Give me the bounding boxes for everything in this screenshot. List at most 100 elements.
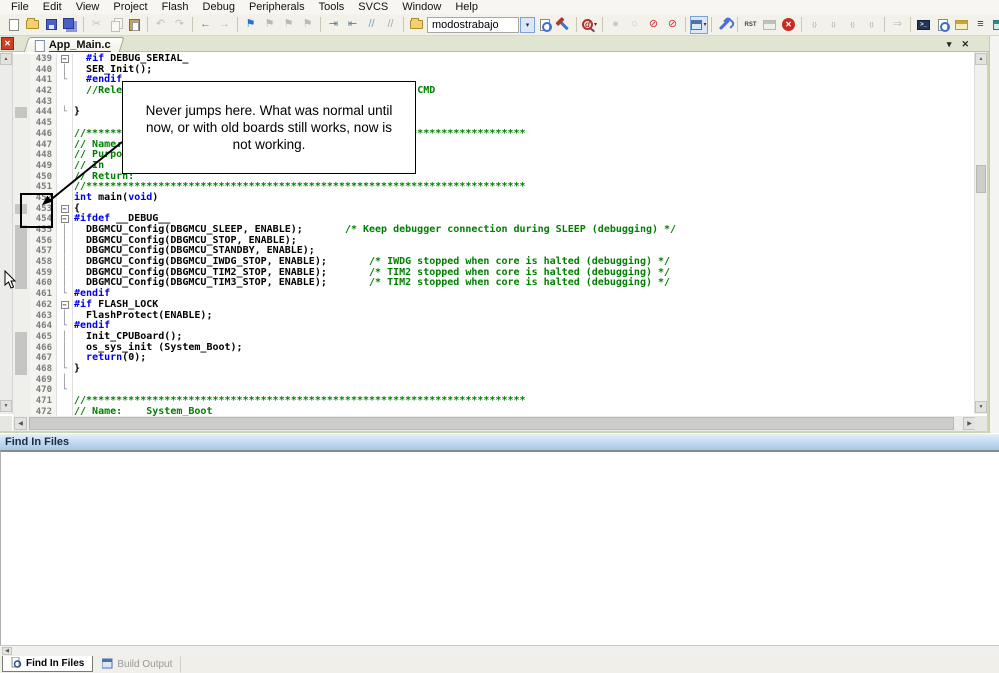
fold-margin[interactable]: │ bbox=[56, 246, 73, 258]
code-line[interactable]: 440 │ SER_Init(); bbox=[13, 64, 975, 76]
kill-all-breakpoints-icon[interactable]: ⊘ bbox=[664, 16, 682, 34]
code-line[interactable]: 466 │ os_sys_init (System_Boot); bbox=[13, 342, 975, 354]
build-target-icon[interactable] bbox=[555, 16, 573, 34]
stop-debug-icon[interactable]: ✕ bbox=[780, 16, 798, 34]
code-line[interactable]: 463 │ FlashProtect(ENABLE); bbox=[13, 310, 975, 322]
fold-margin[interactable] bbox=[56, 182, 73, 193]
fold-margin[interactable]: │ bbox=[56, 278, 73, 290]
code-line[interactable]: 439− #if DEBUG_SERIAL_ bbox=[13, 53, 975, 65]
navigate-back-icon[interactable]: ← bbox=[197, 16, 215, 34]
find-in-files-panel[interactable] bbox=[0, 450, 999, 645]
select-target-combo[interactable]: modostrabajo bbox=[427, 16, 519, 33]
fold-margin[interactable]: │ bbox=[56, 342, 73, 354]
fold-collapse-icon[interactable]: − bbox=[60, 215, 69, 224]
outdent-icon[interactable]: ⇤ bbox=[344, 16, 362, 34]
fold-margin[interactable]: − bbox=[56, 54, 73, 65]
horizontal-scrollbar[interactable]: ◀ ▶ bbox=[13, 416, 977, 431]
redo-icon[interactable]: ↷ bbox=[171, 16, 189, 34]
registers-window-icon[interactable]: ≡ bbox=[972, 16, 990, 34]
save-icon[interactable] bbox=[43, 16, 61, 34]
menu-help[interactable]: Help bbox=[448, 1, 485, 13]
fold-margin[interactable]: │ bbox=[56, 64, 73, 76]
comment-icon[interactable]: // bbox=[363, 16, 381, 34]
horizontal-scrollbar-thumb[interactable] bbox=[29, 417, 954, 430]
bottom-tab-find-in-files[interactable]: Find In Files bbox=[2, 656, 94, 672]
code-line[interactable]: 460 │ DBGMCU_Config(DBGMCU_TIM3_STOP, ENA… bbox=[13, 278, 975, 290]
fold-margin[interactable]: └ bbox=[56, 385, 73, 396]
fold-margin[interactable] bbox=[56, 139, 73, 151]
menu-svcs[interactable]: SVCS bbox=[351, 1, 395, 13]
close-pane-icon[interactable]: ✕ bbox=[1, 37, 14, 50]
prev-bookmark-icon[interactable]: ⚑ bbox=[261, 16, 279, 34]
fold-margin[interactable] bbox=[56, 160, 73, 172]
uncomment-icon[interactable]: // bbox=[382, 16, 400, 34]
navigate-forward-icon[interactable]: → bbox=[216, 16, 234, 34]
disable-all-breakpoints-icon[interactable]: ⊘ bbox=[645, 16, 663, 34]
run-icon[interactable]: ⇒ bbox=[889, 16, 907, 34]
toggle-breakpoint-icon[interactable]: ● bbox=[607, 16, 625, 34]
fold-margin[interactable] bbox=[56, 118, 73, 129]
reset-cpu-icon[interactable]: RST bbox=[742, 16, 760, 34]
fold-margin[interactable]: └ bbox=[56, 107, 73, 119]
fold-margin[interactable]: │ bbox=[56, 267, 73, 279]
code-line[interactable]: 467 │ return(0); bbox=[13, 352, 975, 364]
vertical-scrollbar-thumb[interactable] bbox=[976, 165, 986, 193]
fold-margin[interactable]: │ bbox=[56, 331, 73, 343]
fold-collapse-icon[interactable]: − bbox=[60, 204, 69, 213]
fold-margin[interactable] bbox=[56, 150, 73, 161]
configure-tools-icon[interactable] bbox=[716, 16, 734, 34]
menu-tools[interactable]: Tools bbox=[312, 1, 352, 13]
fold-margin[interactable] bbox=[56, 396, 73, 407]
command-window-icon[interactable]: >_ bbox=[915, 16, 933, 34]
flash-download-icon[interactable] bbox=[408, 16, 426, 34]
cut-icon[interactable]: ✂ bbox=[88, 16, 106, 34]
open-file-icon[interactable] bbox=[24, 16, 42, 34]
fold-margin[interactable] bbox=[56, 192, 73, 204]
scroll-down-icon[interactable]: ▼ bbox=[975, 401, 987, 413]
scroll-up-icon[interactable]: ▲ bbox=[0, 53, 12, 65]
enable-breakpoint-icon[interactable]: ○ bbox=[626, 16, 644, 34]
fold-margin[interactable]: │ bbox=[56, 257, 73, 268]
menu-flash[interactable]: Flash bbox=[155, 1, 196, 13]
fold-margin[interactable] bbox=[56, 96, 73, 108]
fold-margin[interactable] bbox=[56, 86, 73, 97]
select-target-dropdown-icon[interactable]: ▾ bbox=[520, 16, 535, 33]
step-out-icon[interactable]: {) bbox=[844, 16, 862, 34]
fold-margin[interactable]: └ bbox=[56, 363, 73, 375]
fold-margin[interactable]: − bbox=[56, 214, 73, 225]
close-document-icon[interactable]: ✕ bbox=[961, 39, 969, 50]
scroll-left-icon[interactable]: ◀ bbox=[14, 417, 27, 430]
dropdown-arrow-icon[interactable]: ▾ bbox=[594, 21, 597, 28]
scroll-up-icon[interactable]: ▲ bbox=[975, 53, 987, 65]
debug-windows-icon[interactable]: ▾ bbox=[689, 15, 708, 34]
scroll-down-icon[interactable]: ▼ bbox=[0, 400, 12, 412]
menu-window[interactable]: Window bbox=[395, 1, 448, 13]
tab-list-dropdown-icon[interactable]: ▾ bbox=[947, 39, 952, 50]
fold-margin[interactable]: − bbox=[56, 299, 73, 311]
clear-bookmarks-icon[interactable]: ⚑ bbox=[299, 16, 317, 34]
fold-margin[interactable] bbox=[56, 128, 73, 140]
fold-margin[interactable]: └ bbox=[56, 289, 73, 300]
toggle-bookmark-icon[interactable]: ⚑ bbox=[242, 16, 260, 34]
scroll-left-icon[interactable]: ◀ bbox=[2, 647, 12, 655]
fold-margin[interactable]: │ bbox=[56, 374, 73, 386]
paste-icon[interactable] bbox=[126, 16, 144, 34]
dropdown-arrow-icon[interactable]: ▾ bbox=[703, 21, 706, 28]
bottom-tab-build-output[interactable]: Build Output bbox=[93, 656, 182, 673]
fold-margin[interactable]: │ bbox=[56, 353, 73, 364]
new-file-icon[interactable] bbox=[5, 16, 23, 34]
menu-view[interactable]: View bbox=[69, 1, 107, 13]
fold-collapse-icon[interactable]: − bbox=[60, 55, 69, 63]
fold-collapse-icon[interactable]: − bbox=[60, 300, 69, 309]
save-all-icon[interactable] bbox=[62, 16, 80, 34]
indent-icon[interactable]: ⇥ bbox=[325, 16, 343, 34]
undo-icon[interactable]: ↶ bbox=[152, 16, 170, 34]
fold-margin[interactable]: │ bbox=[56, 310, 73, 322]
left-mini-scrollbar[interactable]: ▲ ▼ bbox=[0, 52, 13, 414]
menu-edit[interactable]: Edit bbox=[36, 1, 69, 13]
tab-app-main[interactable]: App_Main.c bbox=[23, 37, 125, 53]
menu-file[interactable]: File bbox=[4, 1, 36, 13]
fold-margin[interactable]: └ bbox=[56, 75, 73, 87]
next-bookmark-icon[interactable]: ⚑ bbox=[280, 16, 298, 34]
call-stack-window-icon[interactable] bbox=[991, 16, 999, 34]
